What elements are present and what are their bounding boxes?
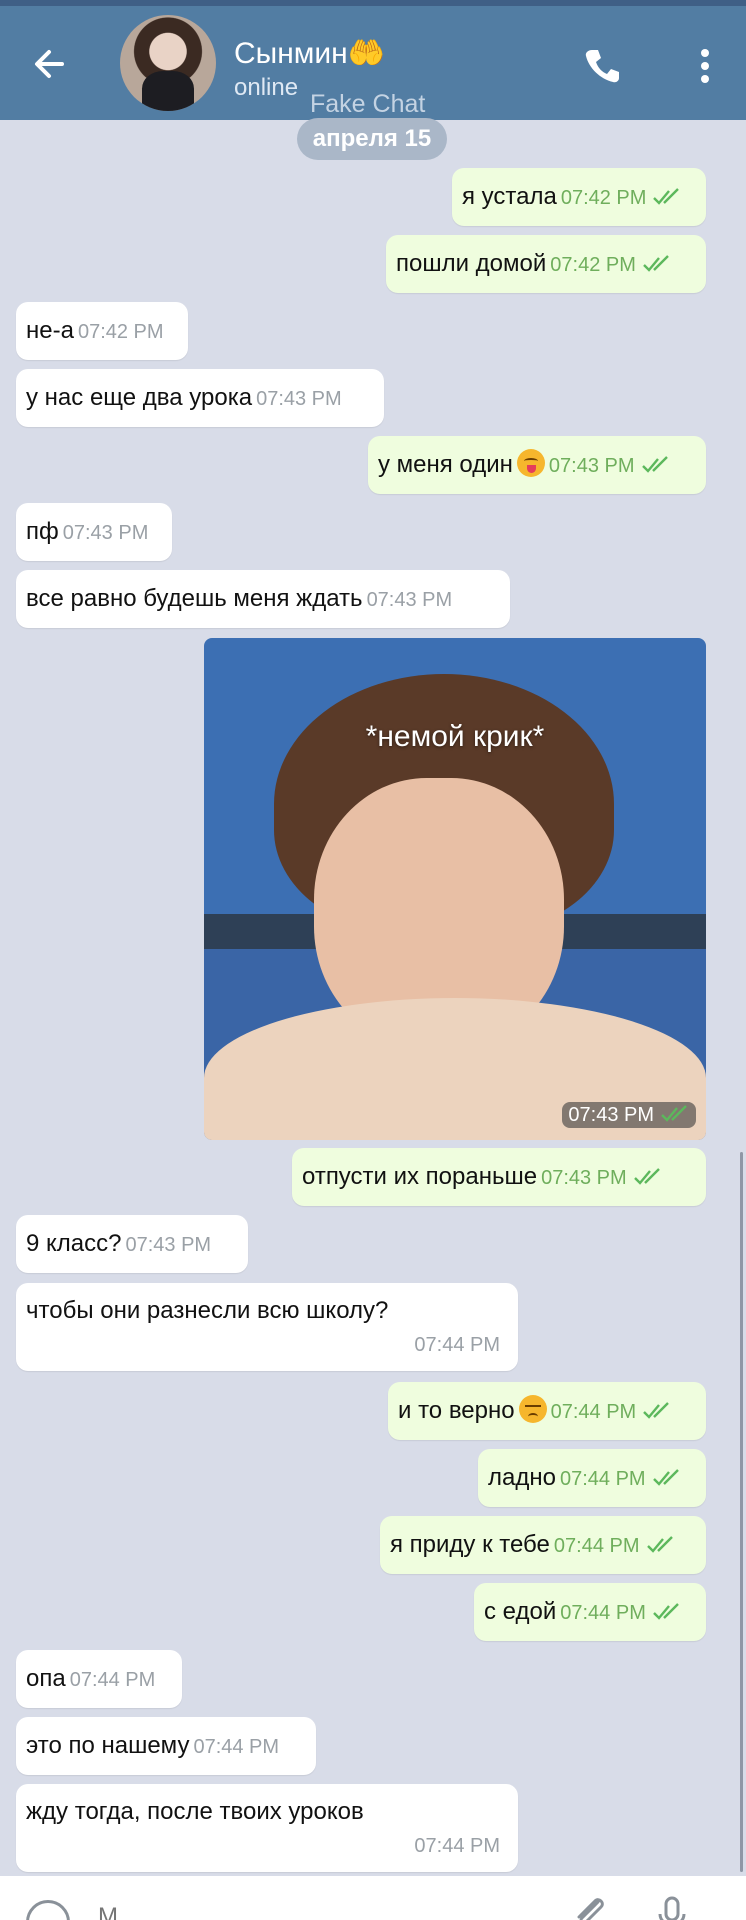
message-text: пошли домой [396, 250, 547, 277]
message-text: у меня один [378, 451, 513, 478]
double-check-icon [646, 1536, 673, 1553]
message-time: 07:44 PM [550, 1401, 637, 1423]
message-time: 07:43 PM [125, 1234, 212, 1256]
message-text: чтобы они разнесли всю школу? [26, 1297, 389, 1324]
message-text: это по нашему [26, 1732, 190, 1759]
message-time: 07:43 PM [548, 455, 635, 477]
message-bubble-incoming[interactable]: все равно будешь меня ждать 07:43 PM [16, 570, 510, 628]
message-text: жду тогда, после твоих уроков [26, 1798, 364, 1825]
message-time: 07:43 PM [541, 1167, 627, 1189]
message-bubble-outgoing[interactable]: я устала 07:42 PM [452, 168, 706, 226]
smile-icon[interactable] [26, 1900, 70, 1920]
double-check-icon [661, 1105, 687, 1122]
chat-header: Сынмин🤲 online Fake Chat [0, 6, 746, 120]
message-bubble-incoming[interactable]: не-а 07:42 PM [16, 302, 188, 360]
watermark: Fake Chat [310, 90, 426, 118]
phone-icon [585, 50, 619, 83]
contact-name[interactable]: Сынмин🤲 [234, 36, 385, 71]
message-bubble-outgoing[interactable]: и то верно 07:44 PM [388, 1382, 706, 1440]
double-check-icon [643, 1402, 670, 1419]
double-check-icon [653, 188, 680, 205]
message-time: 07:44 PM [553, 1535, 640, 1557]
message-bubble-outgoing[interactable]: пошли домой 07:42 PM [386, 235, 706, 293]
message-text: пф [26, 518, 59, 545]
image-message[interactable]: *немой крик* 07:43 PM [204, 638, 706, 1140]
message-text: отпусти их пораньше [302, 1163, 538, 1190]
more-menu-button[interactable] [690, 46, 720, 86]
arrow-left-icon [35, 50, 64, 78]
attach-button[interactable] [570, 1894, 610, 1920]
double-check-icon [652, 1469, 679, 1486]
message-bubble-outgoing[interactable]: отпусти их пораньше 07:43 PM [292, 1148, 706, 1206]
message-time: 07:43 PM [62, 522, 149, 544]
message-time: 07:43 PM [256, 388, 342, 410]
chat-scrollbar[interactable] [740, 1152, 743, 1872]
message-text: не-а [26, 317, 74, 344]
message-text: все равно будешь меня ждать [26, 585, 363, 612]
double-check-icon [643, 255, 669, 272]
message-input-bar [0, 1876, 746, 1920]
message-text: я устала [462, 183, 557, 210]
message-time: 07:44 PM [414, 1835, 500, 1857]
message-text: опа [26, 1665, 66, 1692]
more-vertical-icon [701, 49, 709, 83]
message-time: 07:42 PM [560, 187, 647, 209]
message-input[interactable] [98, 1902, 418, 1920]
message-bubble-incoming[interactable]: жду тогда, после твоих уроков 07:44 PM [16, 1784, 518, 1872]
message-time: 07:42 PM [550, 254, 636, 276]
message-text: 9 класс? [26, 1230, 122, 1257]
message-bubble-outgoing[interactable]: у меня один 07:43 PM [368, 436, 706, 494]
message-bubble-outgoing[interactable]: я приду к тебе 07:44 PM [380, 1516, 706, 1574]
message-bubble-incoming[interactable]: чтобы они разнесли всю школу? 07:44 PM [16, 1283, 518, 1371]
message-bubble-incoming[interactable]: опа 07:44 PM [16, 1650, 182, 1708]
back-button[interactable] [28, 42, 72, 86]
contact-avatar[interactable] [120, 15, 216, 111]
message-text: и то верно [398, 1397, 515, 1424]
message-text: у нас еще два урока [26, 384, 253, 411]
image-time-badge: 07:43 PM [562, 1102, 696, 1128]
double-check-icon [653, 1603, 679, 1620]
message-time: 07:44 PM [560, 1602, 646, 1624]
message-text: я приду к тебе [390, 1531, 550, 1558]
disappointed-face-icon [518, 1395, 547, 1423]
double-check-icon [633, 1168, 660, 1185]
double-check-icon [641, 456, 668, 473]
message-time: 07:43 PM [366, 589, 453, 611]
message-time: 07:43 PM [568, 1104, 654, 1126]
contact-status: online [234, 74, 299, 101]
message-bubble-incoming[interactable]: у нас еще два урока 07:43 PM [16, 369, 384, 427]
message-time: 07:42 PM [77, 321, 164, 343]
microphone-icon [658, 1896, 686, 1920]
message-bubble-outgoing[interactable]: ладно 07:44 PM [478, 1449, 706, 1507]
message-text: с едой [484, 1598, 557, 1625]
message-bubble-incoming[interactable]: пф 07:43 PM [16, 503, 172, 561]
call-button[interactable] [580, 44, 624, 88]
face-with-tongue-icon [516, 449, 545, 477]
message-time: 07:44 PM [414, 1334, 500, 1356]
date-badge: апреля 15 [297, 118, 447, 160]
message-bubble-incoming[interactable]: это по нашему 07:44 PM [16, 1717, 316, 1775]
message-time: 07:44 PM [193, 1736, 280, 1758]
message-time: 07:44 PM [559, 1468, 646, 1490]
image-caption: *немой крик* [365, 720, 545, 753]
message-time: 07:44 PM [69, 1669, 156, 1691]
paperclip-icon [577, 1898, 604, 1920]
message-bubble-incoming[interactable]: 9 класс? 07:43 PM [16, 1215, 248, 1273]
message-bubble-outgoing[interactable]: с едой 07:44 PM [474, 1583, 706, 1641]
microphone-button[interactable] [656, 1896, 688, 1920]
message-text: ладно [488, 1464, 556, 1491]
